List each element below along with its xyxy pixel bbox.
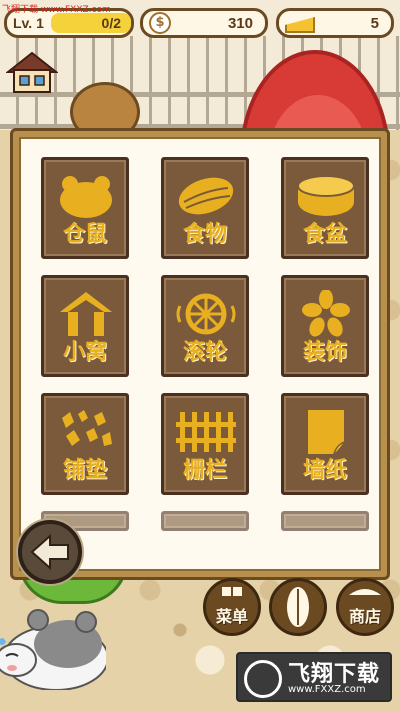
home-icon [5,51,59,93]
tile-label: 栅栏 [182,457,227,483]
category-tile-wheel[interactable]: 滚轮 [161,275,249,377]
category-tile-bedding[interactable]: 铺垫 [41,393,129,495]
coin-counter: $ 310 [140,8,268,38]
category-menu-inner: 仓鼠 食物 食盆 小窝 滚轮 装饰 铺垫 栅栏 墙纸 [19,137,381,571]
tile-label: 小窝 [62,339,107,365]
site-logo-url: www.FXXZ.com [288,684,366,695]
menu-button-label: 菜单 [215,607,248,626]
coin-icon: $ [149,12,171,34]
wheel-icon [176,293,236,335]
shop-button-label: 商店 [348,607,381,626]
category-tile-fence[interactable]: 栅栏 [161,393,249,495]
back-button[interactable] [18,520,82,584]
cheese-counter: 5 [276,8,394,38]
sleeping-hamster [0,609,106,690]
flower-icon [302,290,350,337]
tile-label: 装饰 [302,339,347,365]
xp-text: 0/2 [101,15,121,31]
menu-button[interactable]: 菜单 [203,578,261,636]
site-logo-icon [244,660,282,698]
category-tile-partial [281,511,369,531]
category-menu-panel: 仓鼠 食物 食盆 小窝 滚轮 装饰 铺垫 栅栏 墙纸 [10,128,390,580]
fence-icon [176,412,236,452]
bedding-icon [62,410,112,446]
category-tile-bowl[interactable]: 食盆 [281,157,369,259]
category-tile-decoration[interactable]: 装饰 [281,275,369,377]
category-tile-nest[interactable]: 小窝 [41,275,129,377]
back-arrow-icon [30,533,69,571]
food-button[interactable] [269,578,327,636]
home-button[interactable] [5,50,59,94]
category-tile-wallpaper[interactable]: 墙纸 [281,393,369,495]
seed-icon [178,177,234,215]
category-grid: 仓鼠 食物 食盆 小窝 滚轮 装饰 铺垫 栅栏 墙纸 [41,157,369,531]
cheese-value: 5 [370,14,379,32]
coin-value: 310 [227,14,253,32]
wallpaper-icon [308,410,345,455]
house-icon [60,292,112,336]
tile-label: 滚轮 [182,339,227,365]
seed-icon [287,587,309,627]
tile-label: 仓鼠 [62,221,107,247]
category-tile-partial [161,511,249,531]
bowl-icon [297,175,355,216]
level-label: Lv. 1 [13,15,44,31]
site-logo-badge: 飞翔下载 www.FXXZ.com [236,652,392,702]
hamster-face-icon [60,176,112,218]
tile-label: 食盆 [302,221,347,247]
category-tile-food[interactable]: 食物 [161,157,249,259]
cheese-icon [285,17,315,33]
tile-label: 食物 [182,221,227,247]
shop-button[interactable]: 商店 [336,578,394,636]
tile-label: 墙纸 [302,457,347,483]
tile-label: 铺垫 [62,457,107,483]
category-tile-hamster[interactable]: 仓鼠 [41,157,129,259]
watermark-text: 飞翔下载 www.FXXZ.com [2,5,111,15]
